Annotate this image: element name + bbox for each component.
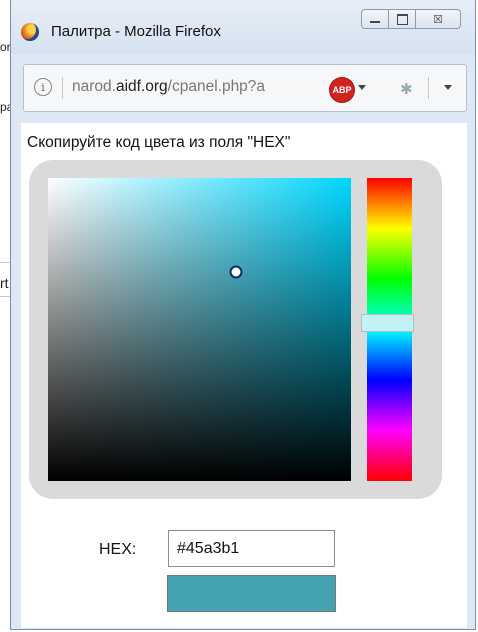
popup-window: Палитра - Mozilla Firefox ☒ i narod.aidf… [10, 0, 476, 630]
extension-icon[interactable]: ✱ [400, 80, 413, 98]
hue-slider-handle[interactable] [361, 314, 414, 333]
close-button[interactable]: ☒ [415, 9, 461, 29]
adblock-plus-icon[interactable]: ABP [330, 78, 354, 102]
restore-icon [396, 13, 408, 25]
hex-input[interactable] [168, 530, 335, 567]
close-icon: ☒ [433, 13, 443, 26]
minimize-button[interactable] [361, 9, 389, 29]
hex-label: HEX: [99, 541, 137, 558]
instruction-text: Скопируйте код цвета из поля "HEX" [27, 134, 291, 151]
color-cursor[interactable] [229, 265, 243, 279]
color-preview-swatch [167, 575, 336, 612]
saturation-brightness-area[interactable] [48, 178, 351, 481]
divider [428, 77, 429, 99]
url-text[interactable]: narod.aidf.org/cpanel.php?a [72, 78, 312, 96]
firefox-icon [21, 23, 39, 41]
url-domain: aidf.org [115, 78, 168, 95]
page-content: Скопируйте код цвета из поля "HEX" HEX: [21, 123, 467, 628]
maximize-button[interactable] [388, 9, 416, 29]
minimize-icon [370, 21, 380, 23]
divider [62, 77, 63, 99]
url-path: /cpanel.php?a [167, 78, 266, 95]
chevron-down-icon[interactable] [358, 85, 366, 90]
window-controls: ☒ [361, 9, 461, 29]
chevron-down-icon[interactable] [444, 85, 452, 90]
title-bar[interactable]: Палитра - Mozilla Firefox ☒ [11, 0, 475, 54]
info-icon[interactable]: i [34, 78, 52, 96]
background-text-fragment: rt [0, 275, 9, 291]
window-title: Палитра - Mozilla Firefox [51, 23, 221, 40]
address-bar[interactable]: i narod.aidf.org/cpanel.php?a ABP ✱ [23, 64, 467, 112]
url-prefix: narod. [72, 78, 116, 95]
